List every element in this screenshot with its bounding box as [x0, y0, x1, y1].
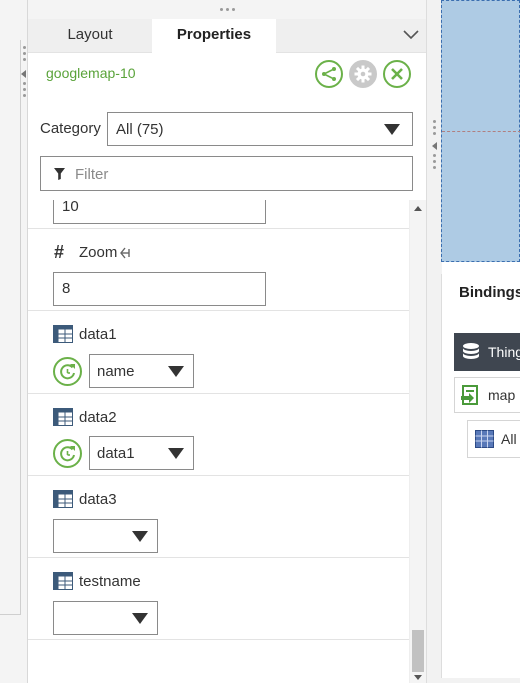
panel-divider-line-bottom	[0, 614, 20, 615]
vertical-grip-icon[interactable]	[433, 120, 436, 138]
dropdown-arrow-icon	[132, 531, 148, 542]
panel-tabs: Layout Properties	[28, 19, 426, 53]
refresh-button[interactable]	[53, 439, 82, 468]
infotable-icon	[53, 408, 73, 426]
separator	[28, 475, 409, 476]
infotable-icon	[475, 430, 494, 448]
scroll-up-arrow-icon[interactable]	[414, 206, 422, 211]
data2-label: data2	[79, 409, 117, 426]
category-label: Category	[40, 120, 101, 137]
category-value: All (75)	[116, 121, 164, 138]
infotable-icon	[53, 572, 73, 590]
map-label: map	[488, 387, 516, 403]
map-guide-line	[442, 131, 520, 132]
service-icon	[461, 385, 478, 405]
property-list: 10 # Zoom 8 data1 name data2 data1 data3…	[28, 200, 410, 683]
testname-select[interactable]	[53, 601, 158, 635]
data1-select[interactable]: name	[89, 354, 194, 388]
filter-input[interactable]: Filter	[40, 156, 413, 191]
left-collapsed-panel	[0, 0, 28, 683]
dropdown-arrow-icon	[168, 448, 184, 459]
things-label: Thing	[488, 344, 520, 360]
properties-panel: Layout Properties googlemap-10 Category …	[28, 0, 426, 683]
refresh-icon	[60, 364, 75, 380]
all-label: All	[501, 431, 517, 447]
data2-value: data1	[97, 445, 135, 462]
bottom-strip	[441, 678, 520, 683]
property-value-input[interactable]: 10	[53, 200, 266, 224]
dropdown-arrow-icon	[168, 366, 184, 377]
filter-icon	[54, 168, 65, 180]
separator	[28, 310, 409, 311]
zoom-input[interactable]: 8	[53, 272, 266, 306]
things-header[interactable]: Thing	[454, 333, 520, 371]
dropdown-arrow-icon	[132, 613, 148, 624]
data1-value: name	[97, 363, 135, 380]
separator	[28, 639, 409, 640]
data3-label: data3	[79, 491, 117, 508]
share-button[interactable]	[315, 60, 343, 88]
zoom-label: Zoom	[79, 244, 118, 261]
testname-label: testname	[79, 573, 141, 590]
panel-splitter[interactable]	[426, 0, 442, 683]
binding-source-map[interactable]: map	[454, 377, 520, 413]
data2-select[interactable]: data1	[89, 436, 194, 470]
database-icon	[463, 343, 479, 359]
map-widget-canvas[interactable]	[441, 0, 520, 262]
settings-button[interactable]	[349, 60, 377, 88]
data1-label: data1	[79, 326, 117, 343]
refresh-icon	[60, 446, 75, 462]
binding-arrow-icon[interactable]	[120, 247, 134, 259]
separator	[28, 557, 409, 558]
panel-divider-line	[20, 40, 21, 615]
bindings-panel: Bindings Thing map All	[441, 274, 520, 683]
gear-icon	[354, 65, 372, 83]
data3-select[interactable]	[53, 519, 158, 553]
chevron-down-icon[interactable]	[402, 27, 420, 41]
infotable-icon	[53, 325, 73, 343]
separator	[28, 393, 409, 394]
vertical-grip-icon-lower[interactable]	[23, 82, 26, 100]
vertical-grip-icon[interactable]	[23, 46, 26, 64]
property-list-scrollbar[interactable]	[410, 200, 426, 683]
infotable-icon	[53, 490, 73, 508]
separator	[28, 228, 409, 229]
close-button[interactable]	[383, 60, 411, 88]
widget-name: googlemap-10	[46, 65, 136, 81]
bindings-title: Bindings	[459, 284, 520, 301]
panel-resize-strip[interactable]	[28, 0, 426, 20]
filter-placeholder: Filter	[75, 166, 109, 183]
tab-layout[interactable]: Layout	[28, 19, 152, 52]
close-icon	[391, 68, 403, 80]
binding-all-data[interactable]: All	[467, 420, 520, 458]
refresh-button[interactable]	[53, 357, 82, 386]
vertical-grip-icon-lower[interactable]	[433, 154, 436, 172]
collapse-left-icon[interactable]	[21, 70, 26, 78]
scroll-thumb[interactable]	[412, 630, 424, 672]
tab-properties[interactable]: Properties	[152, 19, 276, 53]
horizontal-grip-icon[interactable]	[220, 8, 235, 11]
share-icon	[322, 67, 336, 81]
category-select[interactable]: All (75)	[107, 112, 413, 146]
number-type-icon: #	[54, 242, 65, 262]
collapse-left-icon[interactable]	[432, 142, 437, 150]
scroll-down-arrow-icon[interactable]	[414, 675, 422, 680]
dropdown-arrow-icon	[384, 124, 400, 135]
